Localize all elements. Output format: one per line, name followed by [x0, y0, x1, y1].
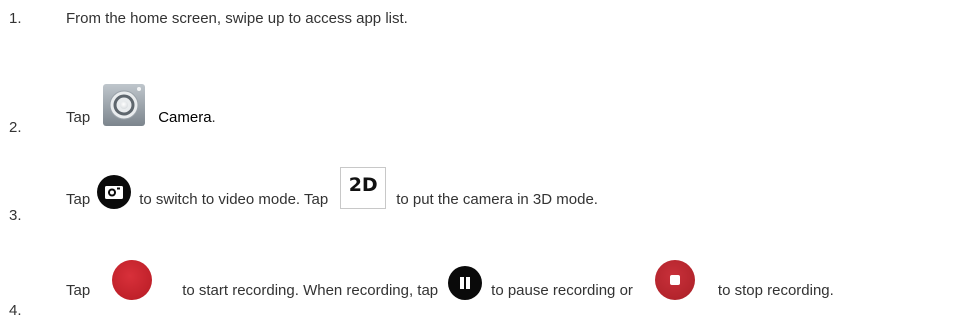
2d-mode-icon: 2D — [340, 167, 387, 209]
step-1: 1. From the home screen, swipe up to acc… — [0, 10, 961, 60]
step-text-middle: to switch to video mode. Tap — [139, 191, 329, 208]
step-number: 2. — [9, 119, 22, 136]
2d-mode-label: 2D — [348, 174, 378, 196]
step-text-after: . — [211, 109, 216, 126]
camera-label: Camera — [158, 109, 212, 126]
stop-icon — [654, 260, 695, 300]
step-content: Tap to start recording. When recording, … — [66, 260, 834, 300]
step-text-before: Tap — [66, 109, 91, 126]
step-number: 1. — [9, 10, 22, 27]
step-content: Tap to switch to video mode. Tap 2D to p… — [66, 167, 598, 209]
step-4: 4. Tap to start recording. When recordin… — [0, 260, 961, 319]
step-number: 3. — [9, 207, 22, 224]
step-number: 4. — [9, 302, 22, 319]
step-text-after: to put the camera in 3D mode. — [396, 191, 598, 208]
step-content: Tap Camera . — [66, 83, 216, 127]
step-text-middle-2: to pause recording or — [491, 282, 633, 299]
step-text: From the home screen, swipe up to access… — [66, 10, 408, 27]
step-2: 2. Tap Camera . — [0, 82, 961, 136]
step-text-after: to stop recording. — [717, 282, 834, 299]
step-text-middle-1: to start recording. When recording, tap — [182, 282, 439, 299]
step-3: 3. Tap to switch to video mode. Tap 2D t… — [0, 167, 961, 224]
pause-icon — [448, 266, 483, 300]
step-content: From the home screen, swipe up to access… — [66, 10, 408, 28]
video-mode-switch-icon — [97, 175, 132, 209]
camera-app-icon — [102, 83, 146, 127]
step-text-before: Tap — [66, 191, 91, 208]
record-icon — [112, 260, 153, 300]
step-text-before: Tap — [66, 282, 91, 299]
